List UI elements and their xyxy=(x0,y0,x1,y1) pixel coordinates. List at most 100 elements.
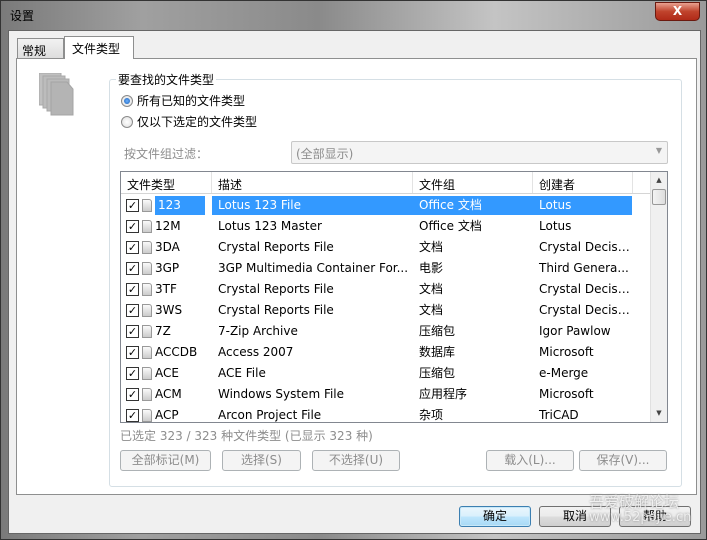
table-row[interactable]: ✓ 3DA Crystal Reports File 文档 Crystal Decisi… xyxy=(121,237,632,258)
cell-creator: Microsoft xyxy=(539,387,594,401)
table-row[interactable]: ✓ 3GP 3GP Multimedia Container For... 电影 Thi… xyxy=(121,258,632,279)
checkbox-checked-icon[interactable]: ✓ xyxy=(126,346,139,359)
cell-creator: Igor Pawlow xyxy=(539,324,611,338)
cell-description: 3GP Multimedia Container For... xyxy=(218,261,409,275)
radio-unchecked-icon[interactable] xyxy=(121,115,133,128)
cell-creator: Crystal Decisi... xyxy=(539,282,632,296)
checkbox-checked-icon[interactable]: ✓ xyxy=(126,199,139,212)
checkbox-checked-icon[interactable]: ✓ xyxy=(126,409,139,422)
file-icon xyxy=(142,346,152,359)
cell-group: 数据库 xyxy=(419,345,456,359)
file-icon xyxy=(142,325,152,338)
column-header-description[interactable]: 描述 xyxy=(212,172,413,193)
table-row[interactable]: ✓ ACCDB Access 2007 数据库 Microsoft xyxy=(121,342,632,363)
radio-selected-only[interactable]: 仅以下选定的文件类型 xyxy=(121,113,257,130)
filter-combo[interactable]: (全部显示) ▼ xyxy=(291,141,668,164)
cell-group: 压缩包 xyxy=(419,366,456,380)
cell-type: ✓ ACE xyxy=(121,364,212,383)
cell-group: 压缩包 xyxy=(419,324,456,338)
cell-group: Office 文档 xyxy=(419,219,482,233)
filter-label: 按文件组过滤： xyxy=(124,147,209,161)
ok-button[interactable]: 确定 xyxy=(459,506,531,527)
table-row[interactable]: ✓ ACE ACE File 压缩包 e-Merge xyxy=(121,363,632,384)
cell-type: ✓ ACP xyxy=(121,406,212,422)
cell-description: 7-Zip Archive xyxy=(218,324,298,338)
column-header-type[interactable]: 文件类型 xyxy=(121,172,212,193)
cell-description: Crystal Reports File xyxy=(218,240,334,254)
file-type: ACM xyxy=(155,387,182,401)
scroll-down-icon[interactable]: ▼ xyxy=(651,405,667,422)
cell-creator: e-Merge xyxy=(539,366,589,380)
table-row[interactable]: ✓ 3TF Crystal Reports File 文档 Crystal Decisi… xyxy=(121,279,632,300)
cell-creator: Third Genera... xyxy=(539,261,629,275)
file-type: 3GP xyxy=(155,261,180,275)
file-icon xyxy=(142,409,152,422)
cell-description: Windows System File xyxy=(218,387,345,401)
table-row[interactable]: ✓ ACM Windows System File 应用程序 Microsoft xyxy=(121,384,632,405)
cell-description: Crystal Reports File xyxy=(218,282,334,296)
table-row[interactable]: ✓ ACP Arcon Project File 杂项 TriCAD xyxy=(121,405,632,422)
file-type: 3WS xyxy=(155,303,183,317)
checkbox-checked-icon[interactable]: ✓ xyxy=(126,283,139,296)
documents-icon xyxy=(39,73,74,116)
window-frame: 设置 X 常规 文件类型 要查找的文件类型 所有已知的文件类型 仅以下选定的文件… xyxy=(0,0,707,540)
window-title: 设置 xyxy=(10,9,35,23)
scroll-thumb[interactable] xyxy=(652,189,666,205)
save-button[interactable]: 保存(V)... xyxy=(579,450,667,471)
cancel-button[interactable]: 取消 xyxy=(539,506,611,527)
cell-description: Crystal Reports File xyxy=(218,303,334,317)
file-type: ACCDB xyxy=(155,345,198,359)
cell-type: ✓ 3WS xyxy=(121,301,212,320)
tab-general[interactable]: 常规 xyxy=(17,38,64,59)
table-row[interactable]: ✓ 123 Lotus 123 File Office 文档 Lotus xyxy=(121,195,632,216)
list-header: 文件类型 描述 文件组 创建者 xyxy=(121,172,650,194)
cell-group: 应用程序 xyxy=(419,387,468,401)
cell-group: 电影 xyxy=(419,261,444,275)
tab-file-types[interactable]: 文件类型 xyxy=(64,36,134,59)
table-row[interactable]: ✓ 7Z 7-Zip Archive 压缩包 Igor Pawlow xyxy=(121,321,632,342)
table-row[interactable]: ✓ 12M Lotus 123 Master Office 文档 Lotus xyxy=(121,216,632,237)
load-button[interactable]: 载入(L)... xyxy=(486,450,574,471)
cell-group: Office 文档 xyxy=(413,196,533,215)
cell-type: ✓ 12M xyxy=(121,217,212,236)
cell-description: ACE File xyxy=(218,366,266,380)
scroll-up-icon[interactable]: ▲ xyxy=(651,172,667,189)
cell-creator: Lotus xyxy=(533,196,632,215)
radio-all-known[interactable]: 所有已知的文件类型 xyxy=(121,92,245,109)
close-button[interactable]: X xyxy=(655,2,700,21)
file-icon xyxy=(142,241,152,254)
checkbox-checked-icon[interactable]: ✓ xyxy=(126,241,139,254)
mark-all-button[interactable]: 全部标记(M) xyxy=(120,450,211,471)
vertical-scrollbar[interactable]: ▲ ▼ xyxy=(650,172,667,422)
file-types-list[interactable]: 文件类型 描述 文件组 创建者 ✓ 123 Lotus 123 File Office… xyxy=(120,171,668,423)
column-header-creator[interactable]: 创建者 xyxy=(533,172,633,193)
cell-type: ✓ ACM xyxy=(121,385,212,404)
cell-type: ✓ 3TF xyxy=(121,280,212,299)
checkbox-checked-icon[interactable]: ✓ xyxy=(126,304,139,317)
cell-group: 文档 xyxy=(419,240,444,254)
cell-creator: Crystal Decisi... xyxy=(539,240,632,254)
file-icon xyxy=(142,199,152,212)
column-header-group[interactable]: 文件组 xyxy=(413,172,533,193)
cell-description: Lotus 123 Master xyxy=(218,219,322,233)
checkbox-checked-icon[interactable]: ✓ xyxy=(126,367,139,380)
deselect-button[interactable]: 不选择(U) xyxy=(312,450,400,471)
cell-group: 文档 xyxy=(419,282,444,296)
select-button[interactable]: 选择(S) xyxy=(222,450,301,471)
cell-creator: TriCAD xyxy=(539,408,579,422)
cell-group: 杂项 xyxy=(419,408,444,422)
checkbox-checked-icon[interactable]: ✓ xyxy=(126,262,139,275)
file-icon xyxy=(142,367,152,380)
group-label: 要查找的文件类型 xyxy=(116,71,217,88)
checkbox-checked-icon[interactable]: ✓ xyxy=(126,325,139,338)
file-icon xyxy=(142,262,152,275)
table-row[interactable]: ✓ 3WS Crystal Reports File 文档 Crystal Decisi… xyxy=(121,300,632,321)
checkbox-checked-icon[interactable]: ✓ xyxy=(126,220,139,233)
radio-checked-icon[interactable] xyxy=(121,94,133,107)
file-icon xyxy=(142,388,152,401)
file-type: ACE xyxy=(155,366,179,380)
file-type: 12M xyxy=(155,219,181,233)
checkbox-checked-icon[interactable]: ✓ xyxy=(126,388,139,401)
chevron-down-icon: ▼ xyxy=(655,146,662,155)
help-button[interactable]: 帮助 xyxy=(619,506,691,527)
